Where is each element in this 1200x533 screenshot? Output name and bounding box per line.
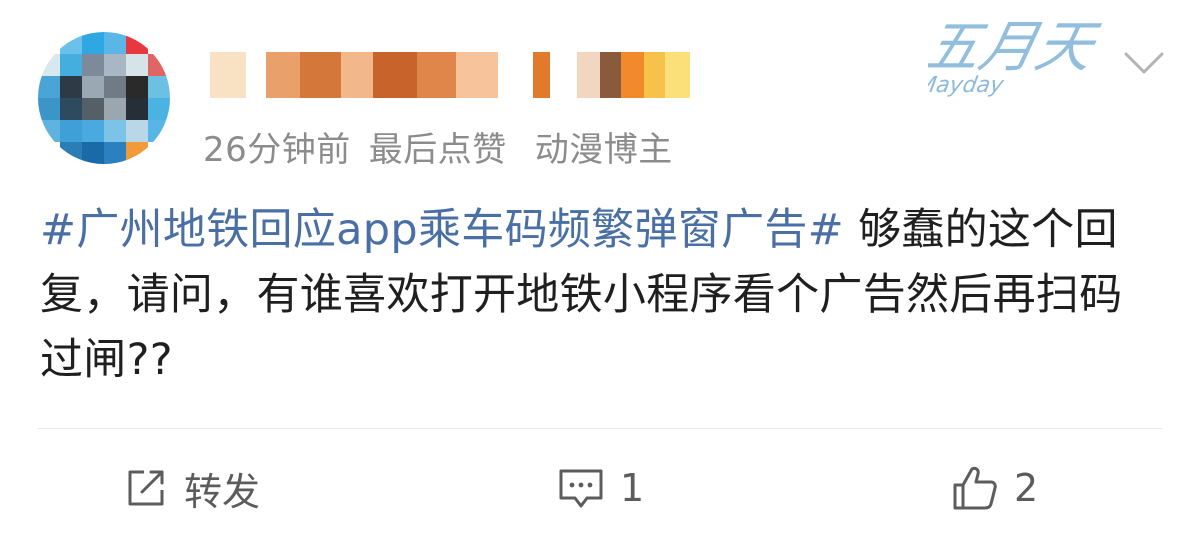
avatar-pixel — [148, 98, 170, 120]
logo-subtitle-text: Mayday — [928, 72, 1006, 98]
nickname-pixel — [643, 52, 666, 98]
avatar-pixel — [82, 120, 104, 142]
avatar-pixel — [38, 32, 60, 54]
avatar-pixel — [82, 32, 104, 54]
nickname-pixel — [340, 52, 374, 98]
chevron-down-icon[interactable] — [1122, 48, 1166, 78]
post-hashtag[interactable]: #广州地铁回应app乘车码频繁弹窗广告# — [40, 205, 844, 255]
nickname-pixel — [599, 52, 621, 98]
avatar-pixel — [60, 54, 82, 76]
avatar-pixel — [126, 142, 148, 164]
avatar-pixel — [148, 142, 170, 164]
post-time: 26分钟前 — [203, 130, 351, 170]
avatar-pixel — [126, 98, 148, 120]
nickname-pixel — [373, 52, 418, 98]
avatar-pixel — [126, 76, 148, 98]
avatar-pixel — [148, 32, 170, 54]
nickname-pixel — [498, 52, 533, 98]
author-nickname[interactable] — [210, 52, 691, 98]
avatar-pixel — [148, 120, 170, 142]
avatar-pixel — [82, 142, 104, 164]
avatar[interactable] — [38, 32, 170, 164]
divider — [38, 428, 1162, 429]
comment-button[interactable]: 1 — [556, 462, 644, 514]
avatar-pixel — [38, 54, 60, 76]
nickname-pixel — [665, 52, 691, 98]
like-count: 2 — [1014, 466, 1039, 510]
nickname-pixel — [549, 52, 577, 98]
avatar-pixel — [148, 54, 170, 76]
post-content: #广州地铁回应app乘车码频繁弹窗广告# 够蠢的这个回复，请问，有谁喜欢打开地铁… — [40, 198, 1160, 393]
nickname-pixel — [210, 52, 247, 98]
repost-icon — [128, 470, 164, 506]
avatar-pixel — [126, 54, 148, 76]
nickname-pixel — [455, 52, 498, 98]
avatar-pixel — [60, 142, 82, 164]
avatar-pixel — [60, 120, 82, 142]
avatar-pixel — [38, 142, 60, 164]
avatar-pixel — [60, 76, 82, 98]
mayday-logo: 五月天 Mayday — [928, 15, 1105, 98]
nickname-pixel — [532, 52, 550, 98]
avatar-pixel — [82, 54, 104, 76]
avatar-pixel — [104, 76, 126, 98]
post-meta: 26分钟前 最后点赞 动漫博主 — [203, 122, 673, 171]
avatar-pixel — [38, 120, 60, 142]
avatar-pixel — [148, 76, 170, 98]
avatar-pixel — [126, 120, 148, 142]
nickname-pixel — [246, 52, 266, 98]
comment-count: 1 — [620, 466, 645, 510]
nickname-pixel — [620, 52, 644, 98]
repost-label: 转发 — [184, 469, 261, 514]
nickname-pixel — [300, 52, 341, 98]
avatar-pixel — [60, 98, 82, 120]
avatar-pixel — [104, 32, 126, 54]
like-button[interactable]: 2 — [950, 462, 1038, 514]
avatar-pixel — [38, 76, 60, 98]
avatar-pixel — [60, 32, 82, 54]
avatar-pixel — [82, 76, 104, 98]
avatar-pixel — [104, 98, 126, 120]
post-activity: 最后点赞 — [368, 130, 507, 170]
nickname-pixel — [576, 52, 600, 98]
author-badge: 动漫博主 — [534, 130, 673, 170]
repost-button[interactable]: 转发 — [122, 462, 260, 514]
thumbs-up-icon — [953, 466, 997, 510]
logo-title-text: 五月天 — [928, 15, 1105, 80]
avatar-pixel — [126, 32, 148, 54]
avatar-pixel — [104, 142, 126, 164]
avatar-pixel — [38, 98, 60, 120]
avatar-pixel — [104, 120, 126, 142]
avatar-pixel — [104, 54, 126, 76]
nickname-pixel — [417, 52, 456, 98]
comment-icon — [559, 469, 603, 508]
nickname-pixel — [265, 52, 301, 98]
avatar-pixel — [82, 98, 104, 120]
